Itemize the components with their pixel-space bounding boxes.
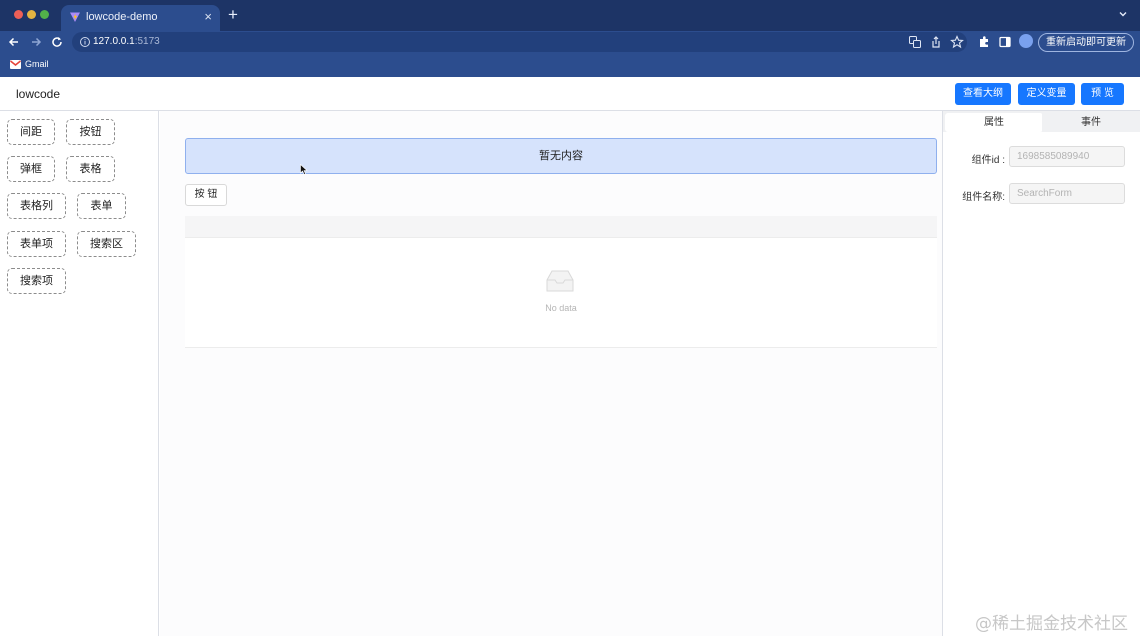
url-text: 127.0.0.1:5173 [93, 36, 160, 47]
address-bar[interactable]: 127.0.0.1:5173 [72, 32, 967, 52]
view-outline-button[interactable]: 查看大纲 [955, 83, 1011, 105]
browser-tab[interactable]: lowcode-demo × [61, 5, 220, 31]
new-tab-icon[interactable]: + [228, 6, 238, 23]
tab-search-chevron-icon[interactable] [1118, 9, 1128, 19]
editor-canvas[interactable]: 暂无内容 按 钮 No data [160, 111, 942, 636]
back-arrow-icon[interactable] [6, 34, 22, 50]
relaunch-update-button[interactable]: 重新启动即可更新 [1038, 33, 1134, 52]
table-empty-state: No data [185, 238, 937, 348]
url-port: :5173 [134, 36, 160, 47]
mouse-cursor-icon [300, 164, 308, 175]
empty-text: No data [545, 303, 577, 313]
property-panel: 属性 事件 组件id : 1698585089940 组件名称: SearchF… [942, 111, 1140, 636]
site-info-icon[interactable] [79, 36, 91, 48]
component-search-area[interactable]: 搜索区 [77, 231, 136, 257]
component-form[interactable]: 表单 [77, 193, 126, 219]
component-id-label: 组件id : [971, 155, 1005, 166]
component-table-column[interactable]: 表格列 [7, 193, 66, 219]
url-host: 127.0.0.1 [93, 36, 135, 47]
preview-button[interactable]: 预 览 [1081, 83, 1124, 105]
component-id-field[interactable]: 1698585089940 [1009, 146, 1125, 167]
forward-arrow-icon[interactable] [28, 34, 44, 50]
reload-icon[interactable] [49, 34, 65, 50]
component-modal[interactable]: 弹框 [7, 156, 55, 182]
share-icon[interactable] [929, 35, 943, 49]
component-name-field[interactable]: SearchForm [1009, 183, 1125, 204]
vite-logo-icon [70, 12, 80, 22]
gmail-icon [10, 60, 21, 69]
bookmark-gmail[interactable]: Gmail [25, 59, 49, 69]
maximize-window-button[interactable] [40, 10, 49, 19]
component-search-item[interactable]: 搜索项 [7, 268, 66, 294]
close-window-button[interactable] [14, 10, 23, 19]
component-button[interactable]: 按钮 [66, 119, 115, 145]
translate-icon[interactable] [908, 35, 922, 49]
tab-close-icon[interactable]: × [204, 9, 212, 24]
browser-tab-bar: lowcode-demo × + [0, 0, 1140, 31]
component-palette: 间距 按钮 弹框 表格 表格列 表单 表单项 搜索区 搜索项 [0, 111, 159, 636]
empty-inbox-icon [546, 270, 574, 292]
canvas-button[interactable]: 按 钮 [185, 184, 227, 206]
app-brand: lowcode [16, 87, 61, 101]
component-table[interactable]: 表格 [66, 156, 115, 182]
profile-avatar[interactable] [1019, 34, 1033, 48]
component-form-item[interactable]: 表单项 [7, 231, 66, 257]
bookmarks-bar: Gmail [0, 54, 1140, 77]
table-header [185, 216, 937, 238]
tab-events[interactable]: 事件 [1042, 113, 1140, 132]
component-name-label: 组件名称: [962, 192, 1005, 203]
extensions-puzzle-icon[interactable] [977, 35, 991, 49]
define-variables-button[interactable]: 定义变量 [1018, 83, 1075, 105]
component-spacing[interactable]: 间距 [7, 119, 55, 145]
side-panel-icon[interactable] [998, 35, 1012, 49]
tab-attributes[interactable]: 属性 [945, 113, 1043, 132]
minimize-window-button[interactable] [27, 10, 36, 19]
search-form-drop-zone[interactable]: 暂无内容 [185, 138, 937, 174]
app-header: lowcode 查看大纲 定义变量 预 览 [0, 77, 1140, 111]
tab-title: lowcode-demo [86, 11, 158, 23]
bookmark-star-icon[interactable] [950, 35, 964, 49]
browser-toolbar: 127.0.0.1:5173 重新启动即可更新 [0, 31, 1140, 54]
watermark: @稀土掘金技术社区 [975, 614, 1128, 634]
